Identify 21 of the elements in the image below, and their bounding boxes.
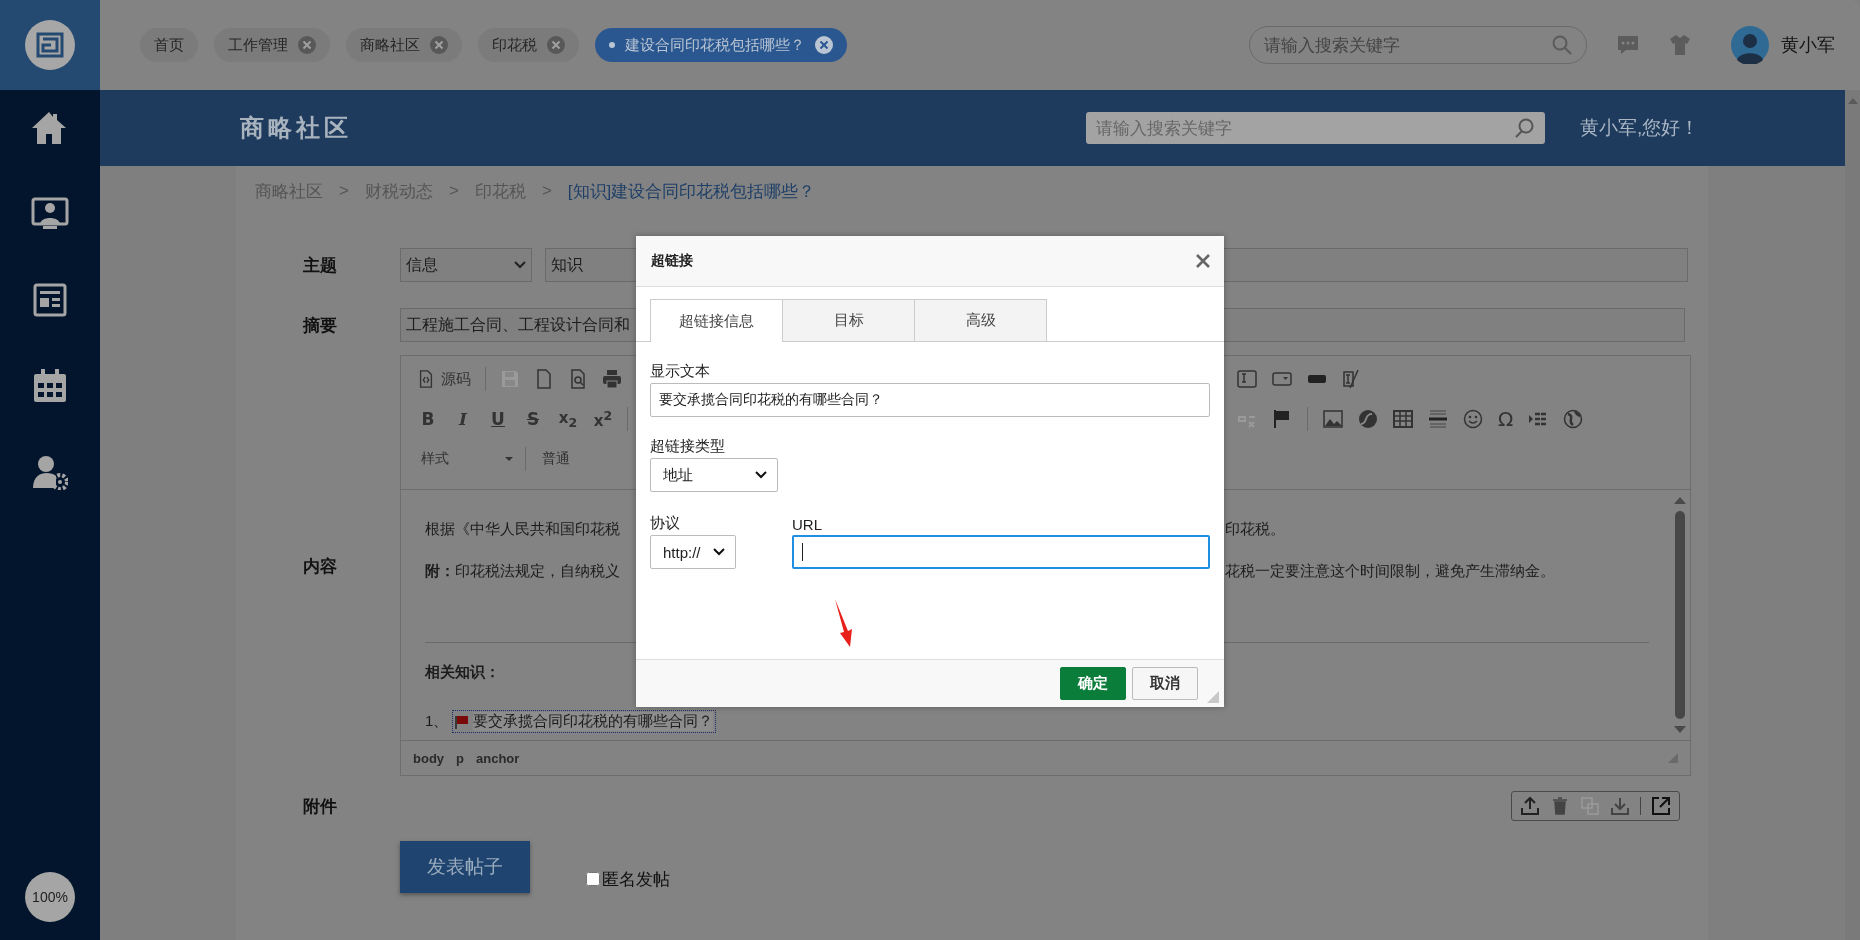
list-number: 1、 [425,712,449,731]
section-title: 相关知识： [425,663,501,682]
field-label: 摘要 [301,314,338,337]
field-label: 内容 [302,556,338,578]
dialog-title: 超链接 [651,252,693,270]
paragraph-text: 附：印花税法规定，自纳税义 [425,561,620,581]
field-label: 附件 [302,795,338,818]
paragraph-text: 花税一定要注意这个时间限制，避免产生滞纳金。 [1225,561,1555,581]
paragraph-text: 印花税。 [1225,519,1285,539]
field-label: 主题 [302,254,338,277]
field-label: 协议 [650,514,681,533]
breadcrumb-separator: > [339,181,349,201]
greeting-text: 黄小军,您好！ [1580,116,1700,140]
checkbox-label: 匿名发帖 [602,868,670,891]
breadcrumb-separator: > [448,181,459,201]
field-label: 超链接类型 [650,437,726,456]
paragraph-text: 根据《中华人民共和国印花税 [425,519,620,539]
field-label: URL [792,516,823,533]
site-title: 商略社区 [240,113,353,143]
field-label: 显示文本 [650,362,711,381]
breadcrumb-separator: > [541,181,552,201]
